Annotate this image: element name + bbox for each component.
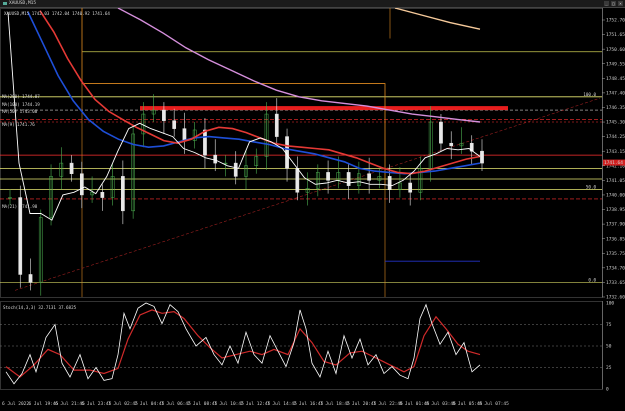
moving-average-100 [117, 8, 481, 123]
bear-candle[interactable] [439, 121, 443, 144]
oscillator-tick-label: 75 [606, 322, 612, 328]
time-tick-label: 8 Jul 07:45 [479, 401, 509, 407]
bear-candle[interactable] [213, 154, 218, 164]
bear-candle[interactable] [480, 150, 484, 164]
price-tick-label: 1744.25 [606, 134, 625, 140]
indicator-label: MA(200) 1744.87 [2, 94, 40, 99]
price-chart[interactable]: 1752.70 1751.65 1750.60 1749.55 1748.45 1747.… [0, 8, 625, 300]
bear-candle[interactable] [274, 113, 279, 137]
bear-candle[interactable] [100, 192, 105, 198]
fibonacci-outline[interactable] [81, 8, 386, 185]
chart-tab-label: XAUUSD,M15 [9, 1, 37, 6]
price-tick-label: 1745.30 [606, 120, 625, 126]
resistance-zone[interactable] [140, 106, 508, 111]
symbol-header: XAUUSD,M15 1742.03 1742.04 1740.92 1741.… [4, 11, 110, 16]
title-bar: XAUUSD,M15 _ □ × [0, 0, 625, 8]
time-axis-bar: 6 Jul 2022 6 Jul 19:45 6 Jul 21:45 6 Jul 23… [0, 392, 625, 407]
price-tick-label: 1750.60 [606, 47, 625, 53]
bear-candle[interactable] [326, 172, 330, 181]
price-tick-label: 1752.70 [606, 18, 625, 24]
minimize-button[interactable]: _ [604, 1, 609, 6]
bear-candle[interactable] [162, 109, 166, 121]
chart-tab[interactable]: XAUUSD,M15 [3, 0, 36, 7]
price-tick-label: 1738.95 [606, 207, 625, 213]
close-button[interactable]: × [618, 1, 623, 6]
price-tick-label: 1734.70 [606, 265, 625, 271]
moving-average-21 [39, 10, 481, 175]
fibonacci-level-label: 0.0 [588, 277, 596, 282]
bear-candle[interactable] [79, 173, 84, 196]
maximize-button[interactable]: □ [611, 1, 616, 6]
oscillator-tick-label: 100 [606, 301, 614, 307]
price-tick-label: 1735.75 [606, 251, 625, 257]
window-controls: _ □ × [604, 1, 623, 6]
current-price-label: 1741.64 [604, 160, 623, 166]
bear-candle[interactable] [182, 128, 187, 141]
price-tick-label: 1749.55 [606, 61, 625, 67]
chart-window: XAUUSD,M15 _ □ × 1752.70 1751.65 1750.60 17… [0, 0, 625, 407]
indicator-label: MA(21) 1741.98 [2, 204, 38, 209]
price-tick-label: 1741.05 [606, 178, 625, 184]
indicator-label: MA(9) 1741.76 [2, 122, 35, 127]
stochastic-main-line [5, 302, 481, 385]
bear-candle[interactable] [367, 173, 371, 181]
oscillator-tick-label: 25 [606, 365, 612, 371]
price-tick-label: 1737.90 [606, 222, 625, 228]
bear-candle[interactable] [346, 172, 351, 186]
price-tick-label: 1747.40 [606, 90, 625, 96]
price-tick-label: 1746.35 [606, 105, 625, 111]
moving-average-200 [394, 8, 481, 30]
bear-candle[interactable] [233, 162, 238, 177]
fibonacci-level-label: 50.0 [586, 185, 597, 190]
fibonacci-level-label: 100.0 [583, 92, 596, 97]
price-tick-label: 1751.65 [606, 32, 625, 38]
bear-candle[interactable] [18, 197, 23, 275]
chart-tab-icon [3, 2, 7, 5]
time-axis: 6 Jul 2022 6 Jul 19:456 Jul 21:456 Jul 23… [2, 401, 509, 407]
bear-candle[interactable] [69, 162, 74, 174]
oscillator-header: Stoch(14,3,3) 32.7131 37.6825 [3, 305, 77, 310]
bear-candle[interactable] [172, 120, 177, 129]
bear-candle[interactable] [295, 168, 300, 193]
price-tick-label: 1748.45 [606, 76, 625, 82]
bear-candle[interactable] [387, 176, 392, 190]
bear-candle[interactable] [121, 176, 125, 212]
price-tick-label: 1733.65 [606, 280, 625, 286]
moving-average-50 [27, 11, 481, 175]
indicator-label: MA(50) 1743.00 [2, 109, 38, 114]
bear-candle[interactable] [408, 182, 413, 193]
price-tick-label: 1736.85 [606, 236, 625, 242]
oscillator-tick-label: 50 [606, 344, 612, 350]
time-tick-label: 6 Jul 2022 [2, 401, 29, 407]
price-tick-label: 1740.00 [606, 193, 625, 199]
bear-candle[interactable] [28, 274, 33, 283]
bear-candle[interactable] [449, 142, 454, 147]
price-tick-label: 1743.15 [606, 149, 625, 155]
bear-candle[interactable] [203, 129, 207, 156]
stochastic-oscillator[interactable]: Stoch(14,3,3) 32.7131 37.68251007550250 [0, 301, 625, 392]
indicator-label: MA(100) 1744.19 [2, 102, 40, 107]
price-tick-label: 1732.60 [606, 295, 625, 300]
